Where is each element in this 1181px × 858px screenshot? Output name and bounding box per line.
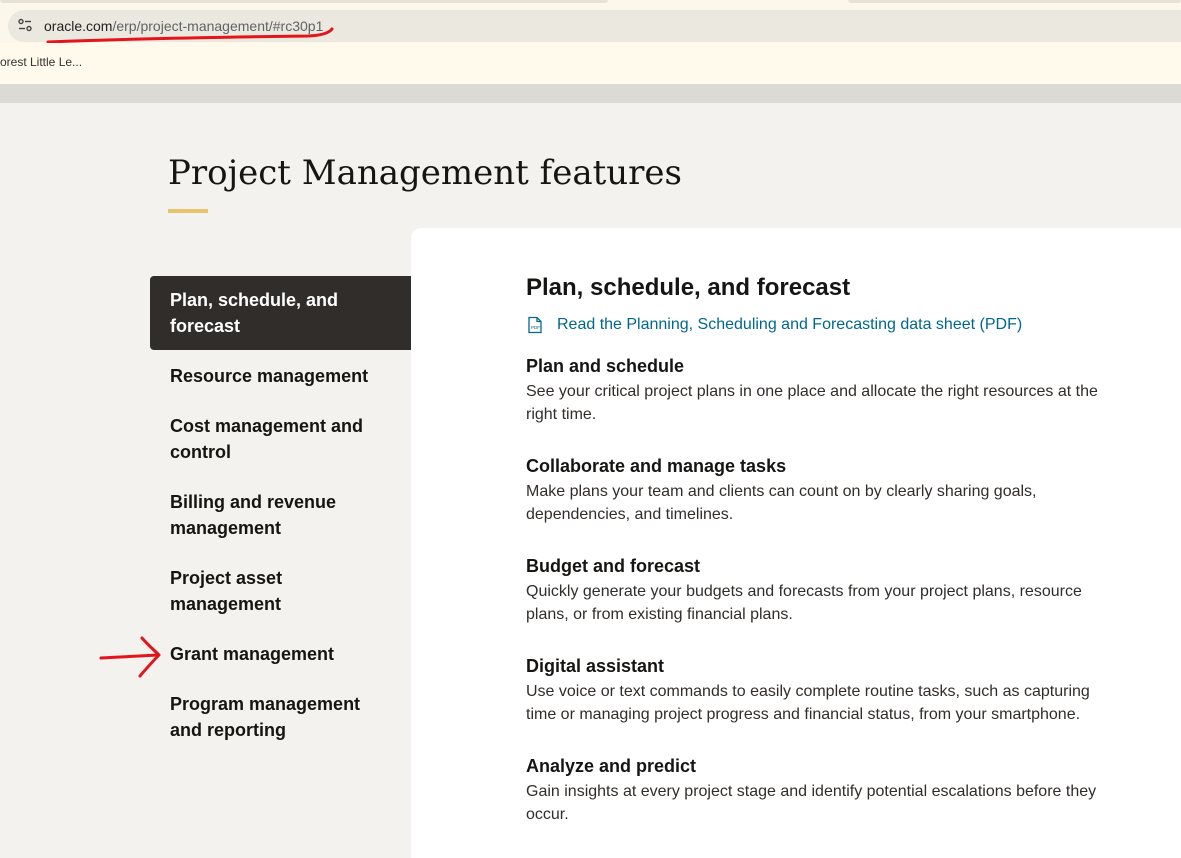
chrome-divider — [0, 84, 1181, 103]
feature-description: Make plans your team and clients can cou… — [526, 483, 1037, 523]
pdf-icon: PDF — [528, 316, 542, 334]
feature-title: Digital assistant — [526, 656, 665, 676]
bookmark-item[interactable]: orest Little Le... — [0, 55, 82, 69]
feature-item: Collaborate and manage tasks Make plans … — [526, 455, 1116, 526]
title-accent-bar — [168, 209, 208, 213]
feature-title: Budget and forecast — [526, 556, 701, 576]
feature-item: Analyze and predict Gain insights at eve… — [526, 755, 1116, 826]
feature-title: Plan and schedule — [526, 356, 685, 376]
section-heading: Plan, schedule, and forecast — [526, 274, 851, 301]
tab-strip — [0, 0, 1181, 9]
feature-description: Use voice or text commands to easily com… — [526, 683, 1090, 723]
feature-item: Digital assistant Use voice or text comm… — [526, 655, 1116, 726]
svg-text:PDF: PDF — [531, 325, 540, 330]
feature-title: Analyze and predict — [526, 756, 697, 776]
red-arrow-annotation — [99, 636, 161, 678]
feature-title: Collaborate and manage tasks — [526, 456, 787, 476]
page-title: Project Management features — [168, 153, 683, 193]
bookmarks-bar: orest Little Le... — [0, 43, 1181, 84]
feature-description: Quickly generate your budgets and foreca… — [526, 583, 1082, 623]
feature-item: Budget and forecast Quickly generate you… — [526, 555, 1116, 626]
site-info-icon[interactable] — [17, 17, 33, 33]
feature-content: Plan, schedule, and forecast PDF Read th… — [526, 272, 1116, 826]
feature-description: See your critical project plans in one p… — [526, 383, 1098, 423]
tab-right[interactable] — [848, 0, 1181, 3]
feature-item: Plan and schedule See your critical proj… — [526, 355, 1116, 426]
tab-left[interactable] — [0, 0, 608, 3]
datasheet-link[interactable]: PDF Read the Planning, Scheduling and Fo… — [526, 315, 1116, 335]
datasheet-link-label: Read the Planning, Scheduling and Foreca… — [557, 316, 1023, 333]
feature-description: Gain insights at every project stage and… — [526, 783, 1097, 823]
